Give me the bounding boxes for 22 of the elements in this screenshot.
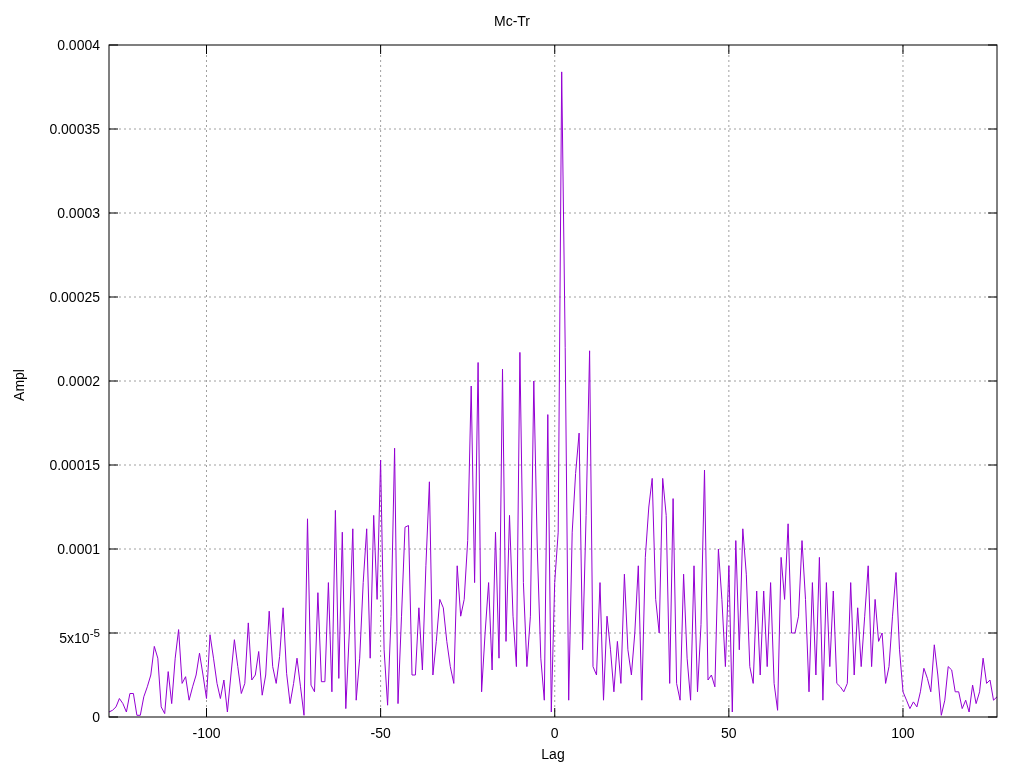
- tick-label: 0: [550, 724, 559, 742]
- tick-label: 0.00025: [49, 288, 100, 306]
- axis-label: Ampl: [9, 369, 28, 401]
- tick-label: 100: [891, 724, 915, 742]
- tick-label: -100: [192, 724, 221, 742]
- tick-label: 0: [92, 708, 100, 726]
- tick-label: 0.0002: [57, 372, 100, 390]
- tick-mark: [728, 707, 730, 718]
- tick-label: 0.0004: [57, 36, 100, 54]
- tick-mark: [206, 707, 207, 718]
- tick-mark: [554, 707, 556, 718]
- tick-label: 0.00015: [49, 456, 100, 474]
- tick-mark: [902, 707, 904, 718]
- tick-label: 0.0003: [57, 204, 100, 222]
- tick-label: 5x10$^{-5}$: [59, 625, 100, 647]
- tick-mark: [380, 707, 382, 718]
- tick-label: 50: [721, 724, 737, 742]
- axis-label: Lag: [541, 745, 565, 763]
- tick-label: -50: [370, 724, 391, 742]
- chart-title: Mc-Tr: [494, 12, 530, 30]
- tick-label: 0.00035: [49, 120, 100, 138]
- tick-label: 0.0001: [57, 540, 100, 558]
